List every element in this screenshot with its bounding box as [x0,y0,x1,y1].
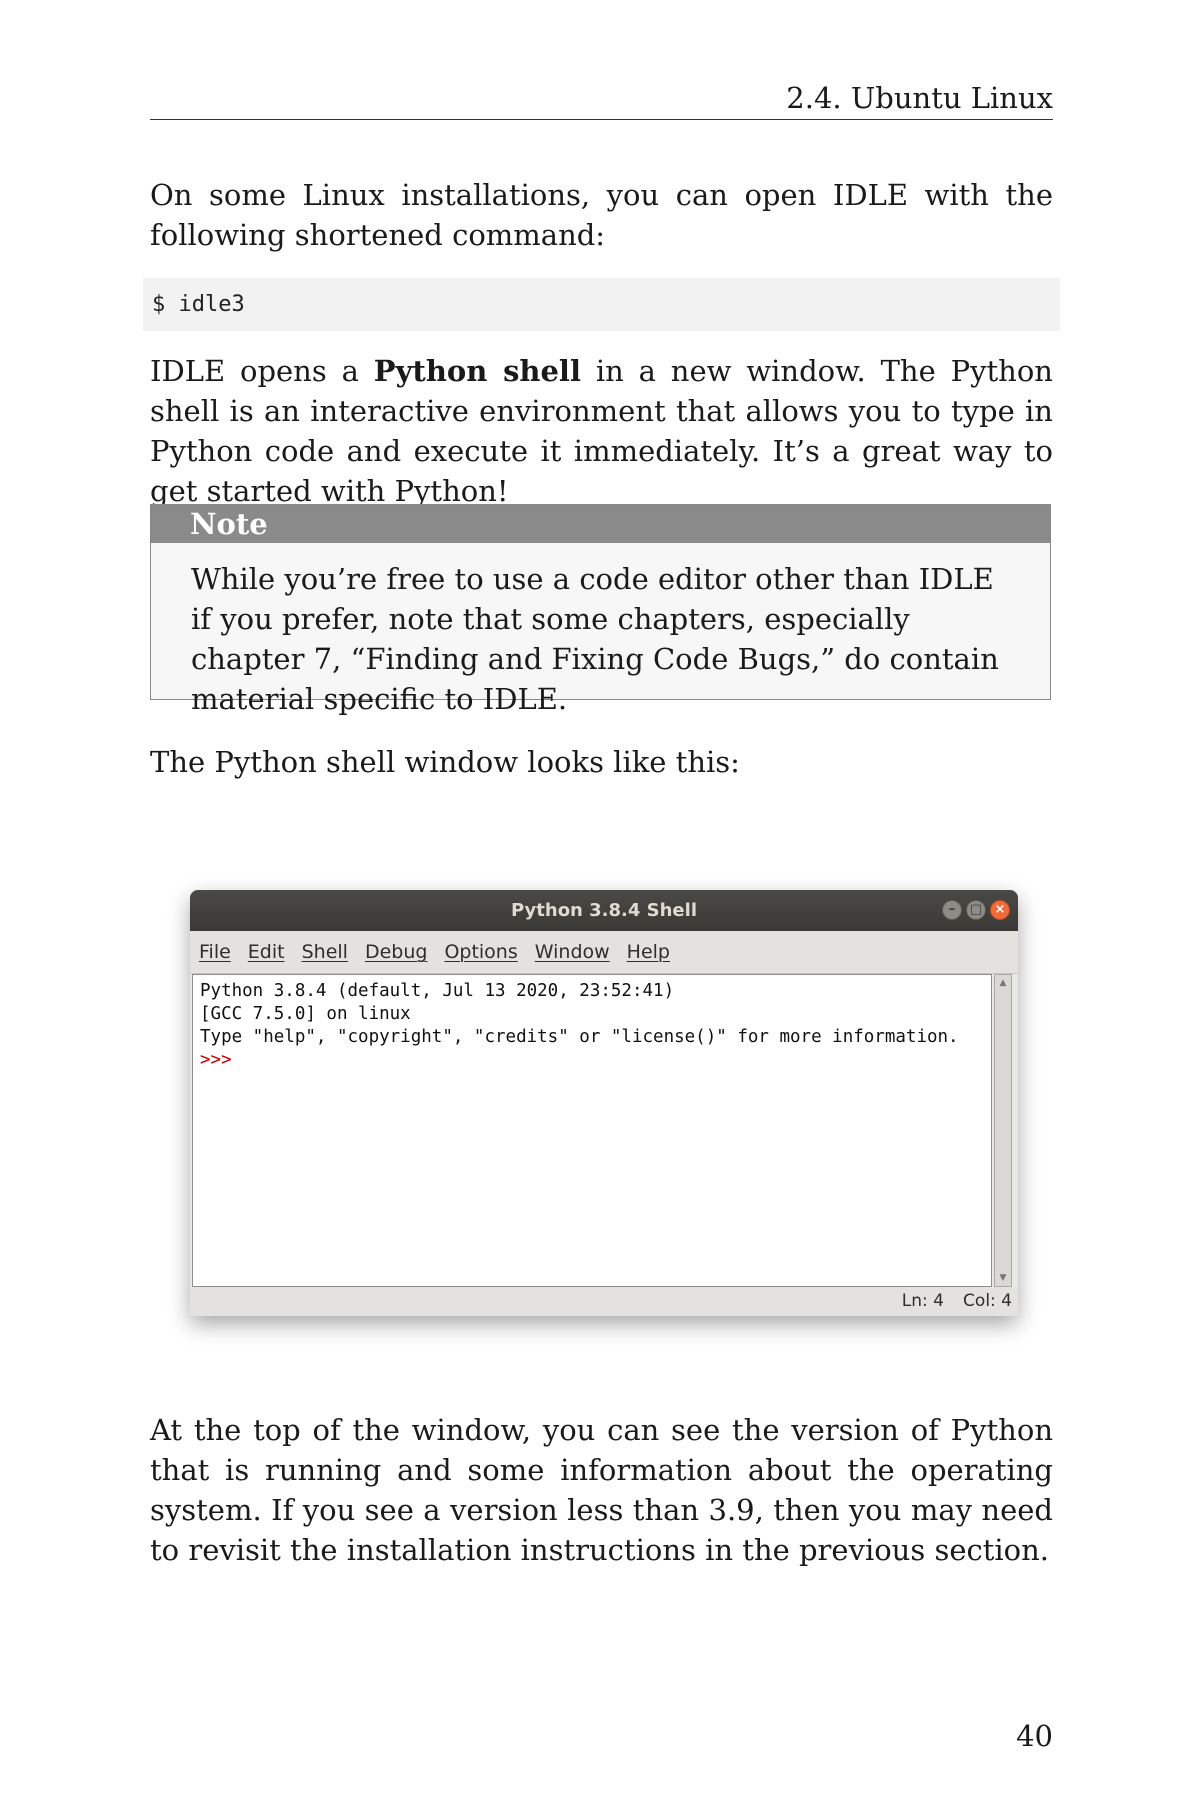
menu-options[interactable]: Options [444,941,517,963]
running-head: 2.4. Ubuntu Linux [786,81,1053,115]
window-controls: – □ × [942,900,1010,921]
shell-text-area[interactable]: Python 3.8.4 (default, Jul 13 2020, 23:5… [192,974,992,1287]
window-title: Python 3.8.4 Shell [511,900,697,921]
menu-debug[interactable]: Debug [365,941,427,963]
menu-help[interactable]: Help [627,941,670,963]
menubar: File Edit Shell Debug Options Window Hel… [190,931,1018,974]
shell-line-help: Type "help", "copyright", "credits" or "… [200,1027,959,1047]
code-command: $ idle3 [152,292,245,317]
paragraph-intro: On some Linux installations, you can ope… [150,178,1053,252]
window-titlebar[interactable]: Python 3.8.4 Shell – □ × [190,890,1018,931]
menu-file[interactable]: File [199,941,231,963]
status-bar: Ln: 4 Col: 4 [190,1287,1018,1316]
note-body: While you’re free to use a code editor o… [191,562,999,716]
menu-shell[interactable]: Shell [302,941,348,963]
paragraph-version-info: At the top of the window, you can see th… [150,1413,1053,1567]
note-box: Note While you’re free to use a code edi… [150,504,1051,716]
python-shell-window[interactable]: Python 3.8.4 Shell – □ × File Edit Shell… [190,890,1018,1316]
header-rule [150,119,1053,120]
maximize-icon[interactable]: □ [966,900,986,920]
vertical-scrollbar[interactable]: ▲ ▼ [994,974,1012,1287]
note-title: Note [151,505,1050,543]
page-number: 40 [1016,1719,1053,1753]
shell-output: Python 3.8.4 (default, Jul 13 2020, 23:5… [200,980,959,1072]
book-page: 2.4. Ubuntu Linux On some Linux installa… [0,0,1200,1800]
close-icon[interactable]: × [990,900,1010,920]
minimize-icon[interactable]: – [942,900,962,920]
paragraph-text-before: IDLE opens a [150,354,374,388]
shell-prompt[interactable]: >>> [200,1049,959,1072]
scroll-down-icon[interactable]: ▼ [997,1272,1009,1284]
code-block: $ idle3 [143,278,1060,331]
status-column: Col: 4 [963,1291,1012,1311]
paragraph-python-shell: IDLE opens a Python shell in a new windo… [150,351,1053,511]
shell-line-compiler: [GCC 7.5.0] on linux [200,1004,411,1024]
status-line: Ln: 4 [901,1291,944,1311]
scroll-up-icon[interactable]: ▲ [997,977,1009,989]
shell-line-version: Python 3.8.4 (default, Jul 13 2020, 23:5… [200,981,675,1001]
menu-window[interactable]: Window [535,941,610,963]
menu-edit[interactable]: Edit [248,941,285,963]
python-shell-term: Python shell [373,354,581,388]
paragraph-window-intro: The Python shell window looks like this: [150,745,740,779]
